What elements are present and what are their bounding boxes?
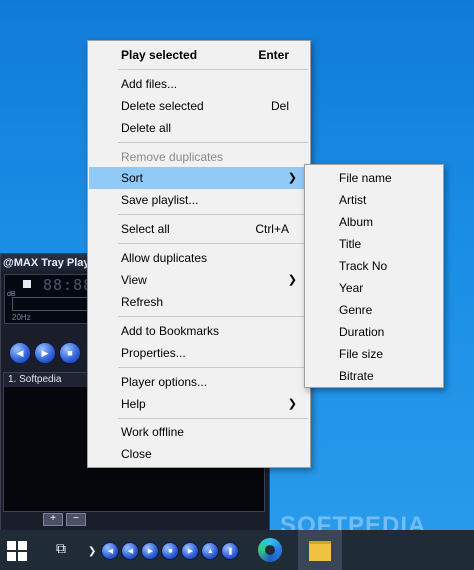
menu-item-view[interactable]: View ❯	[89, 269, 309, 291]
sort-item-track-no[interactable]: Track No	[306, 255, 442, 277]
context-menu: Play selected Enter Add files... Delete …	[87, 40, 311, 468]
menu-item-close[interactable]: Close	[89, 443, 309, 465]
forward-icon[interactable]: ▶	[181, 542, 200, 560]
menu-item-delete-all[interactable]: Delete all	[89, 117, 309, 139]
separator	[118, 367, 308, 368]
menu-item-sort[interactable]: Sort ❯	[89, 167, 309, 189]
equalizer-display	[12, 297, 94, 311]
sort-item-year[interactable]: Year	[306, 277, 442, 299]
shortcut-label: Del	[270, 99, 289, 113]
separator	[118, 214, 308, 215]
separator	[118, 243, 308, 244]
menu-item-allow-duplicates[interactable]: Allow duplicates	[89, 247, 309, 269]
shortcut-label: Ctrl+A	[255, 222, 289, 236]
taskbar-player-controls: ❯ ◀ ◀ ▶ ■ ▶ ▲ ❚	[88, 542, 240, 560]
shortcut-label: Enter	[258, 48, 289, 62]
chevron-right-icon: ❯	[287, 274, 297, 286]
menu-item-refresh[interactable]: Refresh	[89, 291, 309, 313]
time-display: 88:88	[43, 276, 94, 294]
taskbar: ⧉ ❯ ◀ ◀ ▶ ■ ▶ ▲ ❚	[0, 530, 474, 570]
previous-icon[interactable]: ◀	[101, 542, 120, 560]
menu-item-delete-selected[interactable]: Delete selected Del	[89, 95, 309, 117]
eject-icon[interactable]: ▲	[201, 542, 220, 560]
windows-start-icon[interactable]	[7, 541, 27, 561]
pause-icon[interactable]: ❚	[221, 542, 240, 560]
sort-item-bitrate[interactable]: Bitrate	[306, 365, 442, 387]
hz-label: 20Hz	[12, 313, 31, 322]
sort-submenu: File name Artist Album Title Track No Ye…	[304, 164, 444, 388]
player-display: 88:88 dB 20Hz	[4, 274, 100, 324]
sort-item-file-name[interactable]: File name	[306, 167, 442, 189]
add-button[interactable]: +	[43, 513, 63, 526]
chevron-right-icon: ❯	[287, 172, 297, 184]
menu-item-save-playlist[interactable]: Save playlist...	[89, 189, 309, 211]
sort-item-title[interactable]: Title	[306, 233, 442, 255]
stop-icon[interactable]: ■	[161, 542, 180, 560]
menu-item-properties[interactable]: Properties...	[89, 342, 309, 364]
playlist-buttons: + −	[43, 513, 86, 526]
file-explorer-button[interactable]	[298, 530, 342, 570]
sort-item-duration[interactable]: Duration	[306, 321, 442, 343]
separator	[118, 69, 308, 70]
menu-item-help[interactable]: Help ❯	[89, 393, 309, 415]
separator	[118, 142, 308, 143]
stop-indicator-icon	[23, 280, 31, 288]
previous-icon[interactable]: ◀	[9, 342, 31, 364]
sort-item-genre[interactable]: Genre	[306, 299, 442, 321]
remove-button[interactable]: −	[66, 513, 86, 526]
chevron-right-icon: ❯	[287, 398, 297, 410]
play-icon[interactable]: ▶	[141, 542, 160, 560]
menu-item-add-files[interactable]: Add files...	[89, 73, 309, 95]
rewind-icon[interactable]: ◀	[121, 542, 140, 560]
stop-icon[interactable]: ■	[59, 342, 81, 364]
menu-item-player-options[interactable]: Player options...	[89, 371, 309, 393]
chevron-right-icon[interactable]: ❯	[88, 546, 96, 557]
menu-item-select-all[interactable]: Select all Ctrl+A	[89, 218, 309, 240]
separator	[118, 418, 308, 419]
edge-icon[interactable]	[258, 538, 282, 562]
task-view-icon[interactable]: ⧉	[56, 540, 74, 558]
sort-item-file-size[interactable]: File size	[306, 343, 442, 365]
player-controls: ◀ ▶ ■	[9, 342, 81, 364]
separator	[118, 316, 308, 317]
play-icon[interactable]: ▶	[34, 342, 56, 364]
menu-item-play-selected[interactable]: Play selected Enter	[89, 44, 309, 66]
menu-item-add-to-bookmarks[interactable]: Add to Bookmarks	[89, 320, 309, 342]
folder-icon	[309, 541, 331, 561]
sort-item-artist[interactable]: Artist	[306, 189, 442, 211]
menu-item-work-offline[interactable]: Work offline	[89, 421, 309, 443]
sort-item-album[interactable]: Album	[306, 211, 442, 233]
menu-item-remove-duplicates: Remove duplicates	[121, 150, 224, 164]
